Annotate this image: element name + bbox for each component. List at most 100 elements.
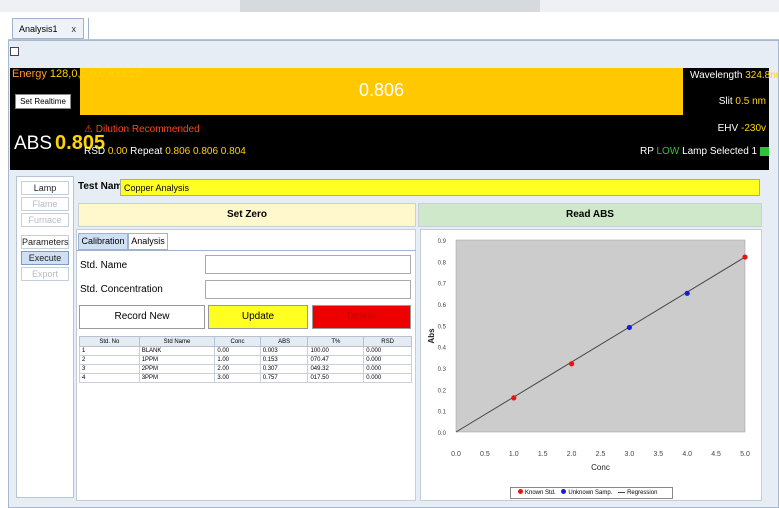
table-row[interactable]: 1 BLANK 0.00 0.003 100.00 0.000 [79, 346, 412, 356]
table-cell: 070.47 [307, 355, 365, 365]
table-cell: 049.32 [307, 364, 365, 374]
live-reading-value: 0.806 [358, 80, 405, 100]
column-header[interactable]: Conc [214, 336, 261, 347]
nav-lamp[interactable]: Lamp [21, 181, 69, 195]
x-tick-label: 5.0 [740, 451, 750, 458]
close-tab-icon[interactable]: x [72, 24, 77, 34]
table-cell: 3 [79, 364, 140, 374]
rp-value: LOW [656, 146, 680, 157]
energy-label: Energy [12, 68, 47, 80]
y-tick-label: 0.8 [438, 260, 447, 266]
wavelength-label: Wavelength [690, 70, 743, 81]
table-cell: 100.00 [307, 346, 365, 356]
table-cell: 0.307 [259, 364, 309, 374]
document-tab-label: Analysis1 [19, 24, 58, 34]
x-tick-label: 0.5 [480, 451, 490, 458]
panel-checkbox[interactable] [10, 47, 19, 56]
nav-parameters[interactable]: Parameters [21, 235, 69, 249]
y-tick-label: 0.2 [438, 388, 447, 394]
lamp-selected-label: Lamp Selected 1 [682, 146, 758, 157]
column-header[interactable]: Std. No [79, 336, 140, 347]
rsd-value: 0.00 [107, 146, 128, 157]
x-tick-label: 3.0 [625, 451, 635, 458]
column-header[interactable]: RSD [363, 336, 412, 347]
table-cell: 0.000 [363, 346, 412, 356]
nav-furnace[interactable]: Furnace [21, 213, 69, 227]
unknown-sample-point [626, 324, 632, 331]
legend-marker-unknown [561, 489, 567, 494]
std-concentration-input[interactable] [205, 280, 411, 299]
y-tick-label: 0.1 [438, 410, 447, 416]
table-cell: 0.003 [259, 346, 309, 356]
x-tick-label: 2.0 [567, 451, 577, 458]
energy-value: 128,0,0,0,0,433,22 [49, 68, 142, 80]
column-header[interactable]: Std Name [138, 336, 216, 347]
table-cell: 0.000 [363, 355, 412, 365]
plot-area [455, 239, 746, 433]
x-tick-label: 2.5 [596, 451, 606, 458]
nav-export[interactable]: Export [21, 267, 69, 281]
y-tick-label: 0.0 [438, 431, 447, 437]
x-tick-label: 3.5 [653, 451, 663, 458]
table-cell: 0.757 [259, 373, 309, 383]
y-tick-label: 0.4 [438, 346, 447, 352]
known-std-point [742, 254, 748, 260]
y-tick-label: 0.3 [438, 367, 447, 373]
known-std-point [511, 395, 517, 401]
set-zero-button[interactable]: Set Zero [78, 203, 416, 227]
std-name-input[interactable] [205, 255, 411, 274]
read-abs-button[interactable]: Read ABS [418, 203, 762, 227]
unknown-sample-point [684, 290, 690, 296]
table-row[interactable]: 4 3PPM 3.00 0.757 017.50 0.000 [79, 373, 412, 383]
known-std-point [569, 361, 575, 367]
table-cell: 0.000 [363, 364, 412, 374]
legend-marker-known [518, 489, 523, 494]
chart-legend: Known Std. Unknown Samp. Regression [510, 487, 673, 499]
table-cell: 2 [79, 355, 140, 365]
table-cell: 3.00 [214, 373, 261, 383]
x-tick-label: 4.0 [682, 451, 692, 458]
table-cell: 1 [79, 346, 140, 356]
nav-execute[interactable]: Execute [21, 251, 69, 265]
standards-table: Std. No Std Name Conc ABS T% RSD 1 BLANK… [79, 336, 412, 383]
y-axis-label: Abs [427, 328, 436, 344]
energy-readout: Energy 128,0,0,0,0,433,22 [12, 68, 142, 80]
tab-calibration[interactable]: Calibration [78, 233, 128, 250]
column-header[interactable]: T% [307, 336, 365, 347]
tab-analysis[interactable]: Analysis [128, 233, 168, 250]
update-button[interactable]: Update [208, 305, 308, 329]
slit-value: 0.5 nm [735, 96, 766, 107]
nav-flame[interactable]: Flame [21, 197, 69, 211]
set-realtime-button[interactable]: Set Realtime [15, 94, 71, 109]
legend-known: Known Std. [525, 490, 556, 496]
y-tick-label: 0.5 [438, 324, 447, 330]
document-tab-analysis1[interactable]: Analysis1 x [12, 18, 84, 39]
wavelength-readout: Wavelength 324.8nm [690, 70, 779, 81]
ehv-readout: EHV -230v [690, 123, 766, 134]
y-tick-label: 0.9 [438, 239, 447, 245]
delete-button[interactable]: Delete [312, 305, 411, 329]
std-name-label: Std. Name [80, 260, 128, 271]
record-new-button[interactable]: Record New [79, 305, 205, 329]
repeat-label: Repeat [130, 146, 163, 157]
table-cell: 0.00 [214, 346, 261, 356]
column-header[interactable]: ABS [259, 336, 309, 347]
rp-lamp-readout: RP LOW Lamp Selected 1 [640, 146, 770, 157]
x-tick-label: 4.5 [711, 451, 721, 458]
x-axis-label: Conc [591, 463, 610, 472]
slit-readout: Slit 0.5 nm [690, 96, 766, 107]
table-cell: 0.000 [363, 373, 412, 383]
abs-label: ABS [14, 133, 53, 154]
table-cell: 2PPM [138, 364, 216, 374]
dilution-warning: ⚠ Dilution Recommended [84, 124, 200, 135]
legend-regression: Regression [627, 490, 658, 496]
table-row[interactable]: 3 2PPM 2.00 0.307 049.32 0.000 [79, 364, 412, 374]
rsd-label: RSD [84, 146, 106, 157]
table-cell: 1.00 [214, 355, 261, 365]
calibration-chart: 0.0 0.1 0.2 0.3 0.4 0.5 0.6 0.7 0.8 0.9 0.0 0.5 1.0 1… [427, 239, 750, 472]
ehv-value: -230v [740, 123, 766, 134]
legend-unknown: Unknown Samp. [568, 490, 613, 496]
table-row[interactable]: 2 1PPM 1.00 0.153 070.47 0.000 [79, 355, 412, 365]
repeat-values: 0.806 0.806 0.804 [165, 146, 246, 157]
test-name-field[interactable]: Copper Analysis [120, 179, 760, 196]
